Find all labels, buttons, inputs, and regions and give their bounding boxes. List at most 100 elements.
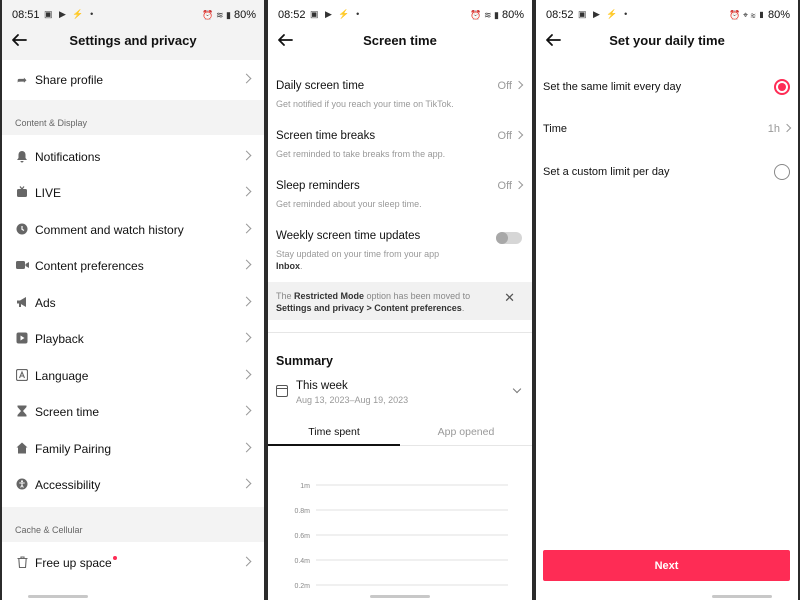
settings-item-ads[interactable]: Ads — [2, 285, 264, 321]
status-right: ⏰ ≋ ▮ 80% — [470, 9, 524, 21]
week-selector[interactable]: This week Aug 13, 2023–Aug 19, 2023 — [276, 380, 524, 410]
battery-percent: 80% — [501, 9, 524, 21]
summary-title: Summary — [276, 354, 333, 368]
status-notification-icons: ▣ ▶ ⚡ • — [310, 9, 362, 19]
status-notification-icons: ▣ ▶ ⚡ • — [44, 9, 96, 19]
status-notification-icons: ▣ ▶ ⚡ • — [578, 9, 630, 19]
settings-item-label: Playback — [35, 332, 84, 346]
chevron-right-icon — [514, 130, 524, 140]
chevron-right-icon — [241, 556, 252, 567]
option-label: Set the same limit every day — [543, 81, 682, 93]
chevron-right-icon — [241, 442, 252, 453]
live-tv-icon — [15, 186, 29, 200]
weekly-updates-toggle[interactable] — [496, 232, 522, 244]
settings-item-label: Content preferences — [35, 259, 144, 273]
chevron-down-icon — [512, 384, 522, 394]
battery-percent: 80% — [233, 9, 256, 21]
row-value: Off — [497, 80, 524, 92]
y-tick-label: 0.6m — [294, 533, 310, 540]
megaphone-icon — [15, 296, 29, 310]
language-a-icon — [15, 368, 29, 383]
screen-time-breaks-row[interactable]: Screen time breaks Get reminded to take … — [276, 130, 524, 160]
status-system-icons: ⏰ ≋ ▮ — [202, 9, 231, 20]
time-value-text: 1h — [767, 123, 780, 135]
row-value: Off — [498, 180, 524, 192]
same-limit-option[interactable]: Set the same limit every day — [543, 78, 790, 98]
chevron-right-icon — [241, 369, 252, 380]
notice-bold-path: Settings and privacy > Content preferenc… — [276, 303, 462, 313]
status-system-icons: ⏰ ⌖ ≋ ▮ — [729, 9, 765, 20]
status-system-icons: ⏰ ≋ ▮ — [470, 9, 499, 20]
section-header-content-display: Content & Display — [15, 118, 88, 128]
nav-bar-handle — [370, 595, 430, 598]
trash-icon — [15, 556, 29, 570]
daily-time-screen: 08:52 ▣ ▶ ⚡ • ⏰ ⌖ ≋ ▮ 80% Set your daily… — [536, 0, 798, 600]
custom-limit-option[interactable]: Set a custom limit per day — [543, 163, 790, 183]
chevron-right-icon — [241, 73, 252, 84]
settings-item-label: Comment and watch history — [35, 223, 184, 237]
time-row[interactable]: Time 1h — [543, 120, 792, 140]
status-bar: 08:51 ▣ ▶ ⚡ • ⏰ ≋ ▮ 80% — [2, 0, 264, 28]
inbox-text: Inbox — [276, 261, 300, 271]
chevron-right-icon — [241, 259, 252, 270]
settings-item-share-profile[interactable]: ➦ Share profile — [2, 62, 264, 98]
radio-unselected[interactable] — [774, 164, 790, 180]
restricted-mode-notice: The Restricted Mode option has been move… — [268, 282, 532, 320]
settings-item-label: LIVE — [35, 186, 62, 200]
row-subtitle: Stay updated on your time from your app I… — [276, 248, 522, 272]
toggle-knob — [496, 232, 508, 244]
settings-item-live[interactable]: LIVE — [2, 175, 264, 211]
content-display-card: Notifications LIVE Comment and watch his… — [2, 135, 264, 507]
page-title: Settings and privacy — [69, 33, 197, 48]
settings-item-label: Share profile — [35, 73, 104, 87]
sleep-reminders-row[interactable]: Sleep reminders Get reminded about your … — [276, 180, 524, 210]
next-button[interactable]: Next — [543, 550, 790, 581]
settings-item-playback[interactable]: Playback — [2, 321, 264, 357]
chevron-right-icon — [514, 80, 524, 90]
settings-item-language[interactable]: Language — [2, 358, 264, 394]
status-time: 08:51 — [12, 9, 40, 21]
settings-item-label: Family Pairing — [35, 442, 112, 456]
row-title: Screen time breaks — [276, 130, 376, 142]
settings-item-comment-watch-history[interactable]: Comment and watch history — [2, 212, 264, 248]
row-subtitle: Get notified if you reach your time on T… — [276, 99, 454, 109]
time-value: 1h — [767, 123, 792, 135]
row-title: Daily screen time — [276, 80, 365, 92]
top-bar: Settings and privacy — [2, 28, 264, 54]
divider — [268, 332, 532, 333]
subtitle-text: Stay updated on your time from your app — [276, 249, 440, 259]
notice-mid: option has been moved to — [364, 291, 471, 301]
settings-item-family-pairing[interactable]: Family Pairing — [2, 431, 264, 467]
settings-item-label: Ads — [35, 296, 56, 310]
settings-item-free-up-space[interactable]: Free up space — [2, 545, 264, 581]
tab-time-spent[interactable]: Time spent — [268, 422, 400, 446]
settings-item-notifications[interactable]: Notifications — [2, 139, 264, 175]
status-right: ⏰ ⌖ ≋ ▮ 80% — [729, 9, 790, 21]
chevron-right-icon — [241, 478, 252, 489]
summary-tabs: Time spent App opened — [268, 422, 532, 446]
chevron-right-icon — [782, 123, 792, 133]
off-value: Off — [497, 80, 512, 92]
daily-screen-time-row[interactable]: Daily screen time Get notified if you re… — [276, 80, 524, 110]
settings-item-screen-time[interactable]: Screen time — [2, 394, 264, 430]
page-title: Screen time — [363, 33, 437, 48]
chevron-right-icon — [241, 405, 252, 416]
tab-app-opened[interactable]: App opened — [400, 422, 532, 446]
close-icon[interactable]: ✕ — [504, 290, 515, 306]
settings-item-accessibility[interactable]: Accessibility — [2, 467, 264, 503]
video-camera-icon — [15, 259, 29, 273]
settings-item-content-preferences[interactable]: Content preferences — [2, 248, 264, 284]
top-bar: Set your daily time — [536, 28, 798, 54]
radio-selected[interactable] — [774, 79, 790, 95]
y-tick-label: 0.8m — [294, 508, 310, 515]
row-value: Off — [498, 130, 524, 142]
settings-item-label: Screen time — [35, 405, 100, 419]
screen-time-screen: 08:52 ▣ ▶ ⚡ • ⏰ ≋ ▮ 80% Screen time Dail… — [268, 0, 532, 600]
status-time: 08:52 — [278, 9, 306, 21]
free-space-text: Free up space — [35, 556, 112, 570]
notice-end: . — [461, 303, 465, 313]
chevron-right-icon — [241, 296, 252, 307]
home-heart-icon — [15, 442, 29, 456]
bell-icon — [15, 150, 29, 164]
page-title: Set your daily time — [609, 33, 725, 48]
